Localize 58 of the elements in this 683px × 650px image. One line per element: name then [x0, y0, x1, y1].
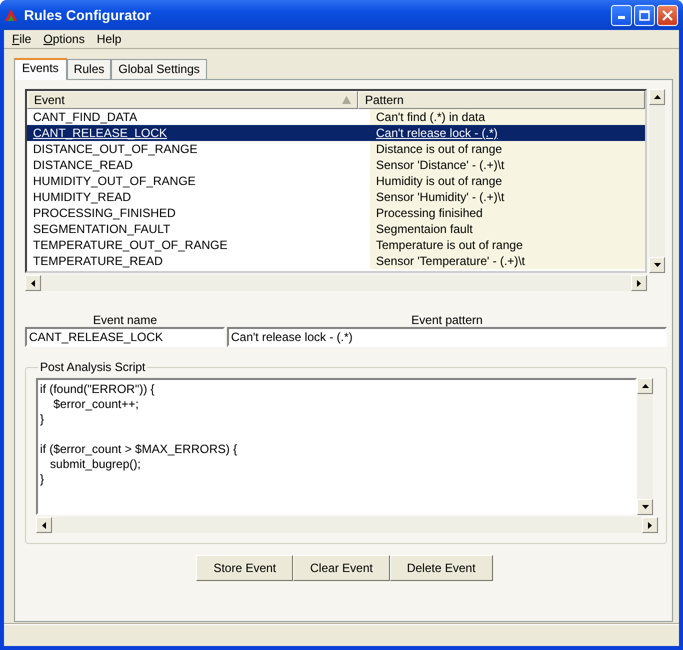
event-pattern-field[interactable]: Can't release lock - (.*) [227, 327, 667, 347]
close-button[interactable] [657, 4, 678, 26]
table-cell[interactable]: CANT_RELEASE_LOCK [27, 125, 370, 141]
table-cell[interactable]: HUMIDITY_READ [27, 189, 370, 205]
app-logo-icon [4, 8, 18, 22]
menu-item[interactable]: File [6, 32, 38, 46]
table-cell[interactable]: Segmentaion fault [370, 221, 645, 237]
up-arrow-icon [642, 384, 648, 388]
tab[interactable]: Events [14, 58, 67, 80]
event-name-field[interactable]: CANT_RELEASE_LOCK [25, 327, 225, 347]
table-cell[interactable]: Distance is out of range [370, 141, 645, 157]
table-cell[interactable]: TEMPERATURE_OUT_OF_RANGE [27, 237, 370, 253]
right-arrow-icon [648, 522, 652, 528]
column-header[interactable]: Event [27, 91, 358, 109]
action-button[interactable]: Delete Event [390, 555, 493, 581]
down-arrow-icon [642, 505, 648, 509]
group-title: Post Analysis Script [39, 360, 146, 374]
table-cell[interactable]: CANT_FIND_DATA [27, 109, 370, 125]
left-arrow-icon [42, 522, 46, 528]
vertical-scrollbar[interactable] [649, 89, 665, 273]
column-header[interactable]: Pattern [358, 91, 645, 109]
window-title: Rules Configurator [24, 7, 151, 23]
right-arrow-icon [637, 280, 641, 286]
table-cell[interactable]: TEMPERATURE_READ [27, 253, 370, 269]
field-label: Event name [92, 313, 158, 327]
horizontal-scrollbar[interactable] [36, 517, 658, 533]
action-button[interactable]: Store Event [196, 555, 294, 581]
field-label: Event pattern [411, 313, 483, 327]
table-cell[interactable]: DISTANCE_READ [27, 157, 370, 173]
menu-item[interactable]: Options [37, 32, 91, 46]
table-cell[interactable]: Sensor 'Humidity' - (.+)\t [370, 189, 645, 205]
down-arrow-icon [654, 263, 660, 267]
table-cell[interactable]: PROCESSING_FINISHED [27, 205, 370, 221]
table-cell[interactable]: Can't release lock - (.*) [370, 125, 645, 141]
left-arrow-icon [31, 280, 35, 286]
vertical-scrollbar[interactable] [637, 378, 653, 515]
menu-item[interactable]: Help [90, 32, 128, 46]
tab[interactable]: Global Settings [111, 59, 207, 79]
tab[interactable]: Rules [66, 59, 112, 79]
table-cell[interactable]: Humidity is out of range [370, 173, 645, 189]
table-cell[interactable]: HUMIDITY_OUT_OF_RANGE [27, 173, 370, 189]
table-cell[interactable]: Processing finisihed [370, 205, 645, 221]
table-cell[interactable]: Sensor 'Distance' - (.+)\t [370, 157, 645, 173]
close-icon [662, 10, 673, 20]
column-title: Event [34, 93, 65, 107]
table-cell[interactable]: SEGMENTATION_FAULT [27, 221, 370, 237]
table-cell[interactable]: Can't find (.*) in data [370, 109, 645, 125]
minimize-button[interactable] [611, 4, 632, 26]
table-cell[interactable]: Temperature is out of range [370, 237, 645, 253]
maximize-button[interactable] [634, 4, 655, 26]
horizontal-scrollbar[interactable] [25, 275, 647, 291]
action-button[interactable]: Clear Event [293, 555, 390, 581]
maximize-icon [639, 10, 650, 20]
table-cell[interactable]: Sensor 'Temperature' - (.+)\t [370, 253, 645, 269]
column-title: Pattern [365, 93, 404, 107]
script-editor[interactable]: if (found("ERROR")) { $error_count++; } if ($error_count > $MAX_ERRORS) { submit_bugrep(); } [36, 378, 637, 515]
up-arrow-icon [654, 95, 660, 99]
table-cell[interactable]: DISTANCE_OUT_OF_RANGE [27, 141, 370, 157]
